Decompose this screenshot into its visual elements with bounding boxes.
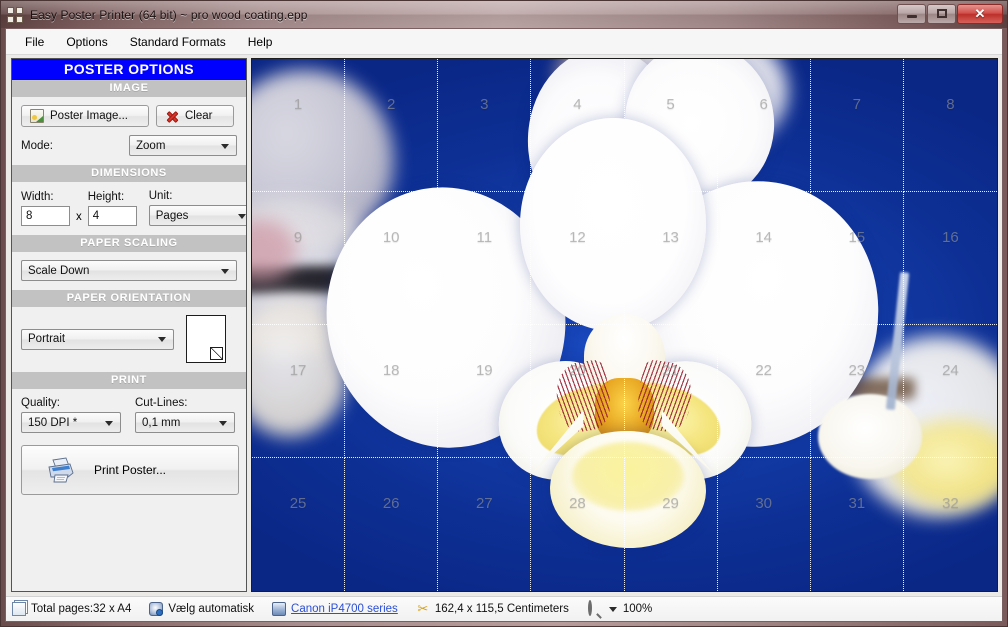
page-title: POSTER OPTIONS bbox=[12, 59, 246, 80]
unit-select[interactable]: Pages bbox=[149, 205, 247, 226]
section-header-print: PRINT bbox=[12, 372, 246, 389]
unit-label: Unit: bbox=[149, 190, 247, 202]
window-controls: ✕ bbox=[896, 3, 1003, 24]
cutlines-label: Cut-Lines: bbox=[135, 397, 235, 409]
section-body-paper-scaling: Scale Down bbox=[12, 252, 246, 290]
poster-preview-area: 1234567891011121314151617181920212223242… bbox=[251, 55, 1002, 596]
section-header-paper-scaling: PAPER SCALING bbox=[12, 235, 246, 252]
auto-printer-icon bbox=[149, 602, 163, 616]
paper-scaling-select[interactable]: Scale Down bbox=[21, 260, 237, 281]
dimension-separator: x bbox=[76, 211, 82, 223]
quality-select-value: 150 DPI * bbox=[28, 417, 77, 429]
height-input-value: 4 bbox=[93, 210, 99, 222]
section-header-image: IMAGE bbox=[12, 80, 246, 97]
width-label: Width: bbox=[21, 191, 70, 203]
status-poster-size: ✂ 162,4 x 115,5 Centimeters bbox=[416, 602, 569, 616]
red-x-icon bbox=[165, 109, 180, 124]
cutlines-select[interactable]: 0,1 mm bbox=[135, 412, 235, 433]
zoom-caret-icon[interactable] bbox=[609, 607, 617, 612]
height-label: Height: bbox=[88, 191, 137, 203]
close-icon: ✕ bbox=[975, 7, 986, 20]
paper-orientation-value: Portrait bbox=[28, 333, 65, 345]
application-window: Easy Poster Printer (64 bit) ~ pro wood … bbox=[0, 0, 1008, 627]
menu-item-standard-formats[interactable]: Standard Formats bbox=[119, 32, 237, 52]
cutlines-select-value: 0,1 mm bbox=[142, 417, 180, 429]
lip-yellow-wash bbox=[572, 442, 684, 511]
unit-group: Unit: Pages bbox=[149, 190, 247, 226]
orientation-row: Portrait bbox=[21, 315, 237, 363]
section-body-print: Quality: 150 DPI * Cut-Lines: 0,1 mm bbox=[12, 389, 246, 504]
section-body-paper-orientation: Portrait bbox=[12, 307, 246, 372]
poster-image-button-label: Poster Image... bbox=[50, 110, 128, 122]
mode-row: Mode: Zoom bbox=[21, 135, 237, 156]
window-title: Easy Poster Printer (64 bit) ~ pro wood … bbox=[30, 8, 308, 22]
picture-icon bbox=[30, 109, 44, 123]
right-bud-petal bbox=[818, 394, 922, 479]
print-poster-button-label: Print Poster... bbox=[94, 463, 166, 477]
mode-select-value: Zoom bbox=[136, 140, 165, 152]
poster-options-sidebar: POSTER OPTIONS IMAGE Poster Image... Cle… bbox=[6, 55, 251, 596]
status-total-pages: Total pages:32 x A4 bbox=[12, 602, 131, 616]
scissors-icon: ✂ bbox=[416, 602, 430, 616]
pages-icon bbox=[12, 602, 26, 616]
poster-image-button[interactable]: Poster Image... bbox=[21, 105, 149, 127]
poster-preview-canvas[interactable]: 1234567891011121314151617181920212223242… bbox=[251, 58, 998, 592]
menu-item-help[interactable]: Help bbox=[237, 32, 284, 52]
cutlines-group: Cut-Lines: 0,1 mm bbox=[135, 397, 235, 433]
sidebar-panel: POSTER OPTIONS IMAGE Poster Image... Cle… bbox=[11, 58, 247, 592]
section-header-dimensions: DIMENSIONS bbox=[12, 165, 246, 182]
section-body-dimensions: Width: 8 x Height: 4 bbox=[12, 182, 246, 235]
clear-button-label: Clear bbox=[185, 110, 212, 122]
width-input-value: 8 bbox=[26, 210, 32, 222]
client-area: File Options Standard Formats Help POSTE… bbox=[5, 28, 1003, 622]
menu-item-options[interactable]: Options bbox=[55, 32, 118, 52]
portrait-page-icon bbox=[186, 315, 226, 363]
section-header-paper-orientation: PAPER ORIENTATION bbox=[12, 290, 246, 307]
height-group: Height: 4 bbox=[88, 191, 137, 226]
status-total-pages-label: Total pages:32 x A4 bbox=[31, 603, 131, 615]
minimize-icon bbox=[907, 15, 917, 18]
printer-icon bbox=[272, 602, 286, 616]
print-poster-button[interactable]: Print Poster... bbox=[21, 445, 239, 495]
image-buttons-row: Poster Image... Clear bbox=[21, 105, 237, 127]
maximize-icon bbox=[937, 9, 947, 18]
main-content: POSTER OPTIONS IMAGE Poster Image... Cle… bbox=[6, 55, 1002, 596]
width-group: Width: 8 bbox=[21, 191, 70, 226]
quality-label: Quality: bbox=[21, 397, 121, 409]
magnifier-icon bbox=[587, 602, 601, 616]
width-input[interactable]: 8 bbox=[21, 206, 70, 226]
sidebar-empty-space bbox=[12, 504, 246, 591]
app-grid-icon bbox=[7, 7, 23, 23]
printer-icon bbox=[46, 457, 76, 483]
quality-group: Quality: 150 DPI * bbox=[21, 397, 121, 433]
quality-select[interactable]: 150 DPI * bbox=[21, 412, 121, 433]
menu-item-file[interactable]: File bbox=[14, 32, 55, 52]
page-fold-icon bbox=[210, 347, 223, 360]
dimensions-row: Width: 8 x Height: 4 bbox=[21, 190, 237, 226]
status-poster-size-label: 162,4 x 115,5 Centimeters bbox=[435, 603, 569, 615]
close-button[interactable]: ✕ bbox=[957, 4, 1003, 24]
mode-select[interactable]: Zoom bbox=[129, 135, 237, 156]
status-printer-name-link[interactable]: Canon iP4700 series bbox=[291, 603, 398, 615]
clear-button[interactable]: Clear bbox=[156, 105, 234, 127]
mode-label: Mode: bbox=[21, 140, 53, 152]
minimize-button[interactable] bbox=[897, 4, 926, 24]
status-printer-selection[interactable]: Vælg automatisk bbox=[149, 602, 254, 616]
print-settings-row: Quality: 150 DPI * Cut-Lines: 0,1 mm bbox=[21, 397, 237, 433]
paper-scaling-value: Scale Down bbox=[28, 265, 89, 277]
status-zoom[interactable]: 100% bbox=[587, 602, 652, 616]
status-printer-name[interactable]: Canon iP4700 series bbox=[272, 602, 398, 616]
section-body-image: Poster Image... Clear Mode: Zoom bbox=[12, 97, 246, 165]
unit-select-value: Pages bbox=[156, 210, 189, 222]
maximize-button[interactable] bbox=[927, 4, 956, 24]
title-bar: Easy Poster Printer (64 bit) ~ pro wood … bbox=[1, 1, 1007, 28]
status-printer-selection-label: Vælg automatisk bbox=[168, 603, 254, 615]
height-input[interactable]: 4 bbox=[88, 206, 137, 226]
status-bar: Total pages:32 x A4 Vælg automatisk Cano… bbox=[6, 596, 1002, 621]
status-zoom-label: 100% bbox=[623, 603, 652, 615]
paper-orientation-select[interactable]: Portrait bbox=[21, 329, 174, 350]
menu-bar: File Options Standard Formats Help bbox=[6, 29, 1002, 55]
